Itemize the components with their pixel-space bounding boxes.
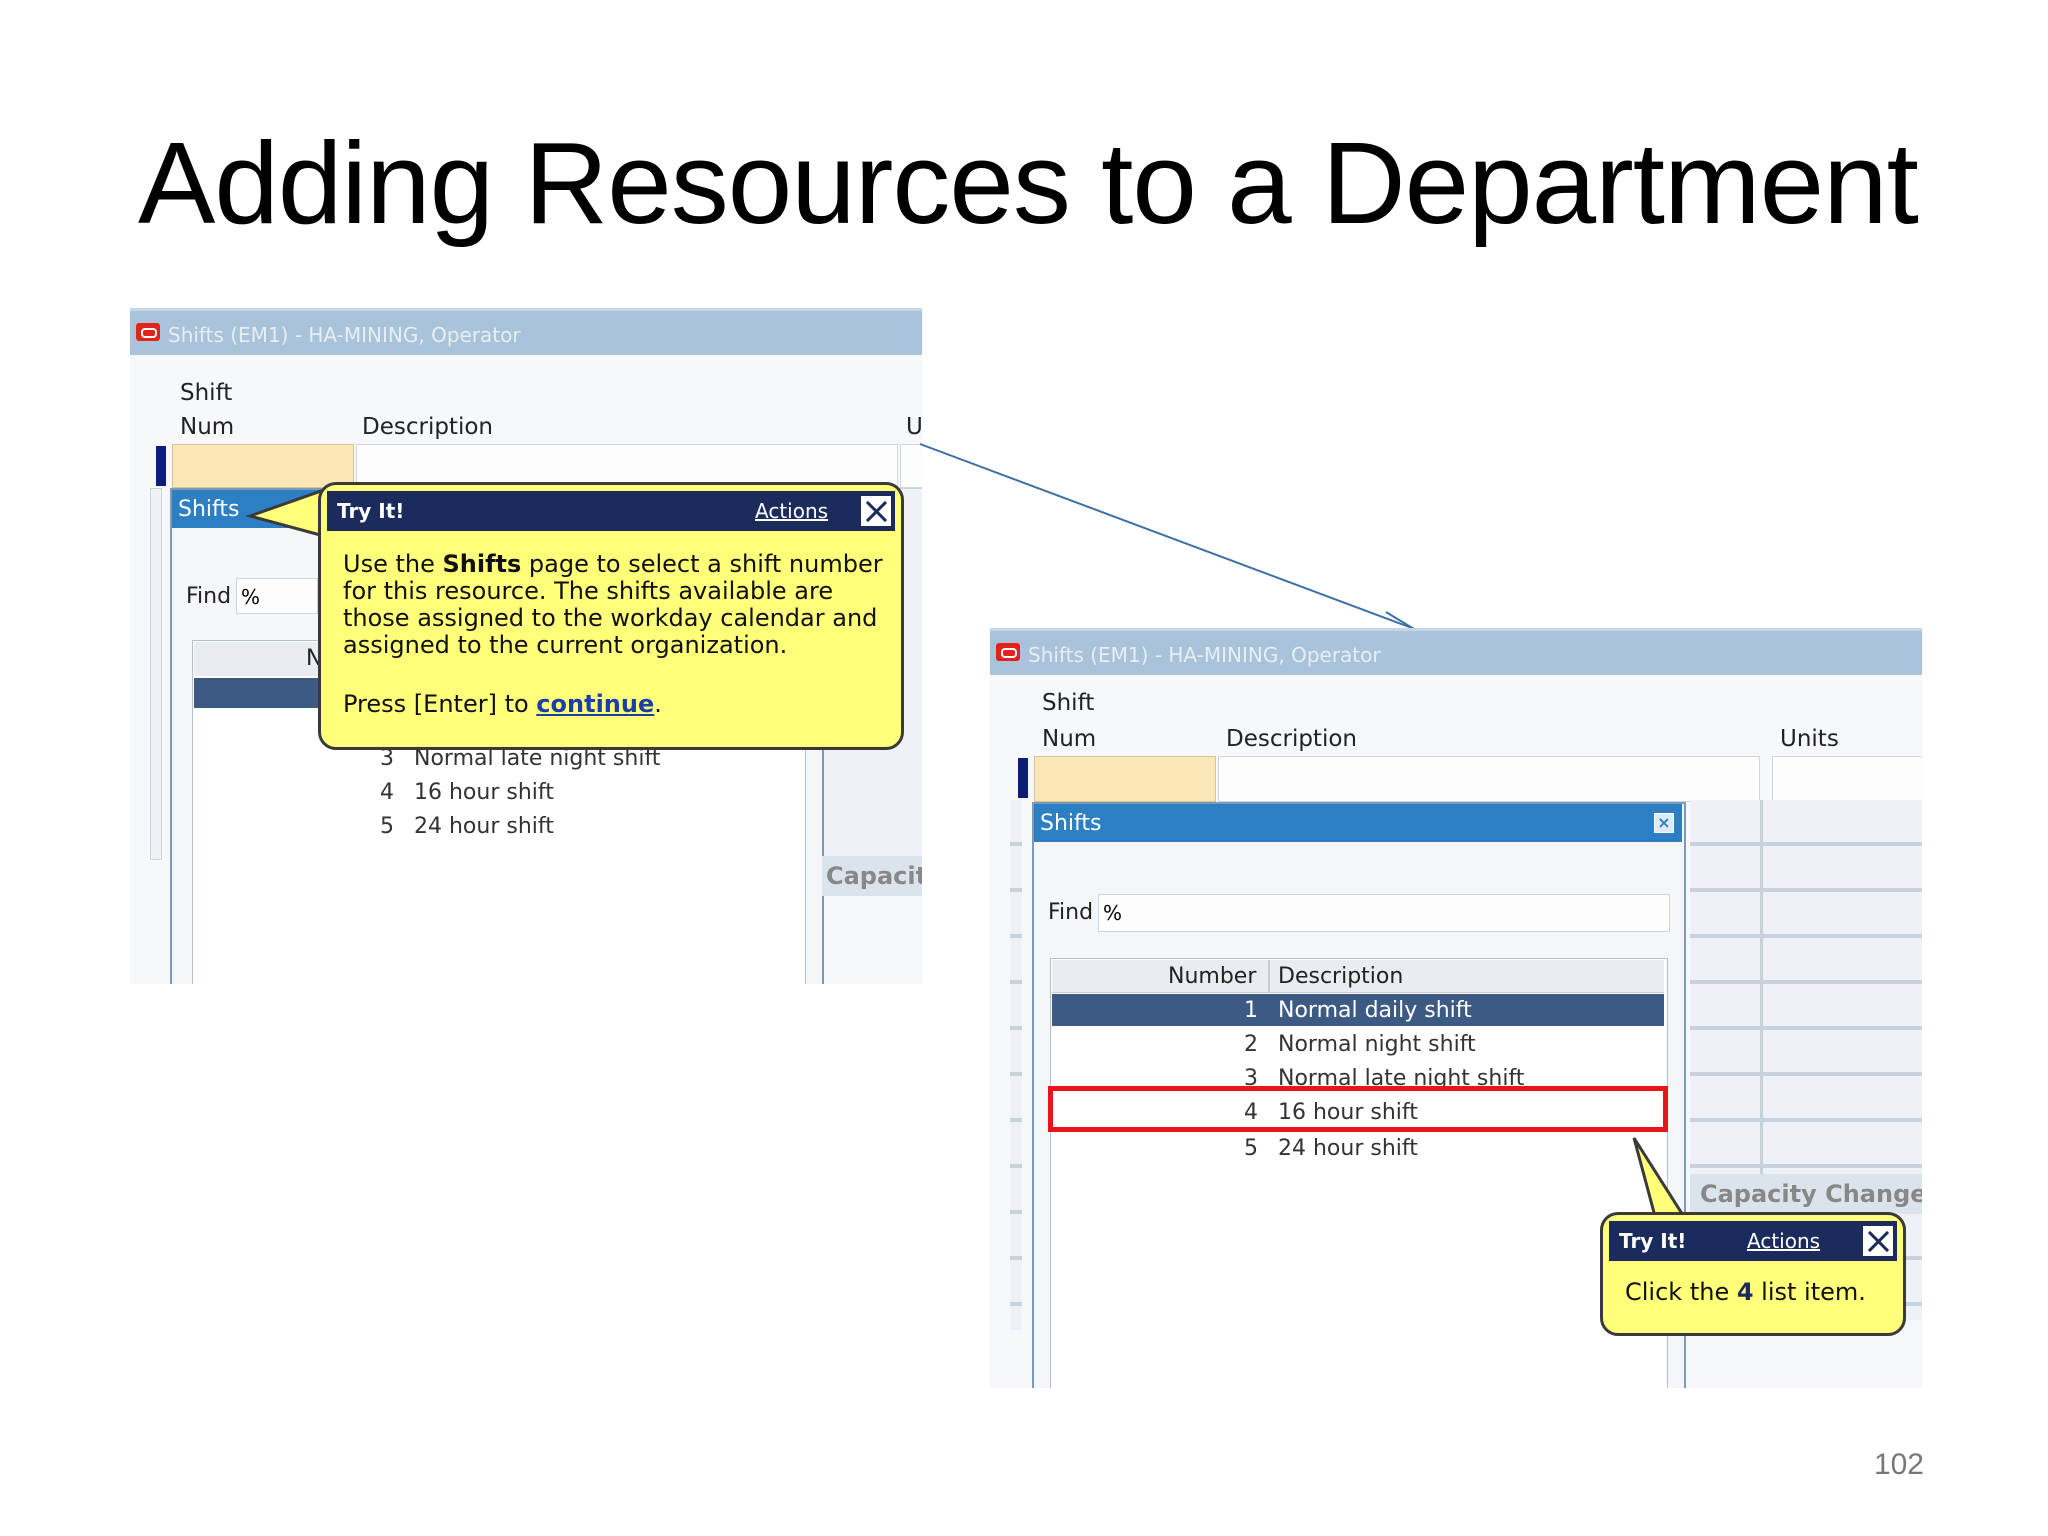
balloon-text: Click the 4 list item. xyxy=(1625,1279,1866,1306)
capacity-changes-label: Capacity Changes xyxy=(1700,1180,1922,1208)
description-field[interactable] xyxy=(1218,756,1760,802)
oracle-icon xyxy=(996,643,1020,661)
tryit-balloon-right: Try It! Actions Click the 4 list item. xyxy=(1600,1212,1906,1336)
tryit-label: Try It! xyxy=(1619,1229,1687,1253)
list-row-desc-2[interactable]: Normal night shift xyxy=(1278,1032,1476,1057)
left-grid xyxy=(1010,800,1022,1330)
balloon-text-bold: 4 xyxy=(1736,1278,1754,1306)
capacity-changes-tab[interactable]: Capacity Changes xyxy=(1690,1174,1922,1214)
list-row-num-2[interactable]: 2 xyxy=(1244,1032,1258,1057)
page-number: 102 xyxy=(1873,1448,1924,1481)
subwindow-close-icon[interactable]: × xyxy=(1654,813,1674,833)
window-titlebar: Shifts (EM1) - HA-MINING, Operator xyxy=(990,628,1922,675)
balloon-text-pre: Click the xyxy=(1625,1278,1737,1306)
col-units-label: Units xyxy=(1780,726,1839,752)
record-indicator xyxy=(1018,758,1028,798)
find-input[interactable]: % xyxy=(1098,894,1670,932)
window-title: Shifts (EM1) - HA-MINING, Operator xyxy=(1028,643,1381,667)
list-header-number[interactable]: Number xyxy=(1168,964,1256,989)
list-header-divider xyxy=(1268,960,1270,992)
find-value: % xyxy=(1103,901,1123,925)
balloon-text-post: list item. xyxy=(1753,1278,1866,1306)
col-description-label: Description xyxy=(1226,726,1357,752)
list-row-desc-5[interactable]: 24 hour shift xyxy=(1278,1136,1418,1161)
shifts-subwindow-titlebar: Shifts × xyxy=(1034,804,1682,842)
list-row-num-5[interactable]: 5 xyxy=(1244,1136,1258,1161)
col-shift-label: Shift xyxy=(1042,690,1095,716)
actions-link[interactable]: Actions xyxy=(1747,1229,1820,1253)
col-num-label: Num xyxy=(1042,726,1097,752)
list-row-num-1[interactable]: 1 xyxy=(1244,998,1258,1023)
list-header-description[interactable]: Description xyxy=(1278,964,1403,989)
subwindow-title: Shifts xyxy=(1040,811,1102,836)
list-row-desc-1[interactable]: Normal daily shift xyxy=(1278,998,1472,1023)
close-icon[interactable] xyxy=(1861,1224,1895,1258)
shift-num-field[interactable] xyxy=(1034,756,1216,802)
balloon-header: Try It! Actions xyxy=(1609,1221,1897,1261)
find-label: Find xyxy=(1048,900,1094,925)
highlight-box xyxy=(1048,1086,1668,1132)
units-field[interactable] xyxy=(1772,756,1922,802)
